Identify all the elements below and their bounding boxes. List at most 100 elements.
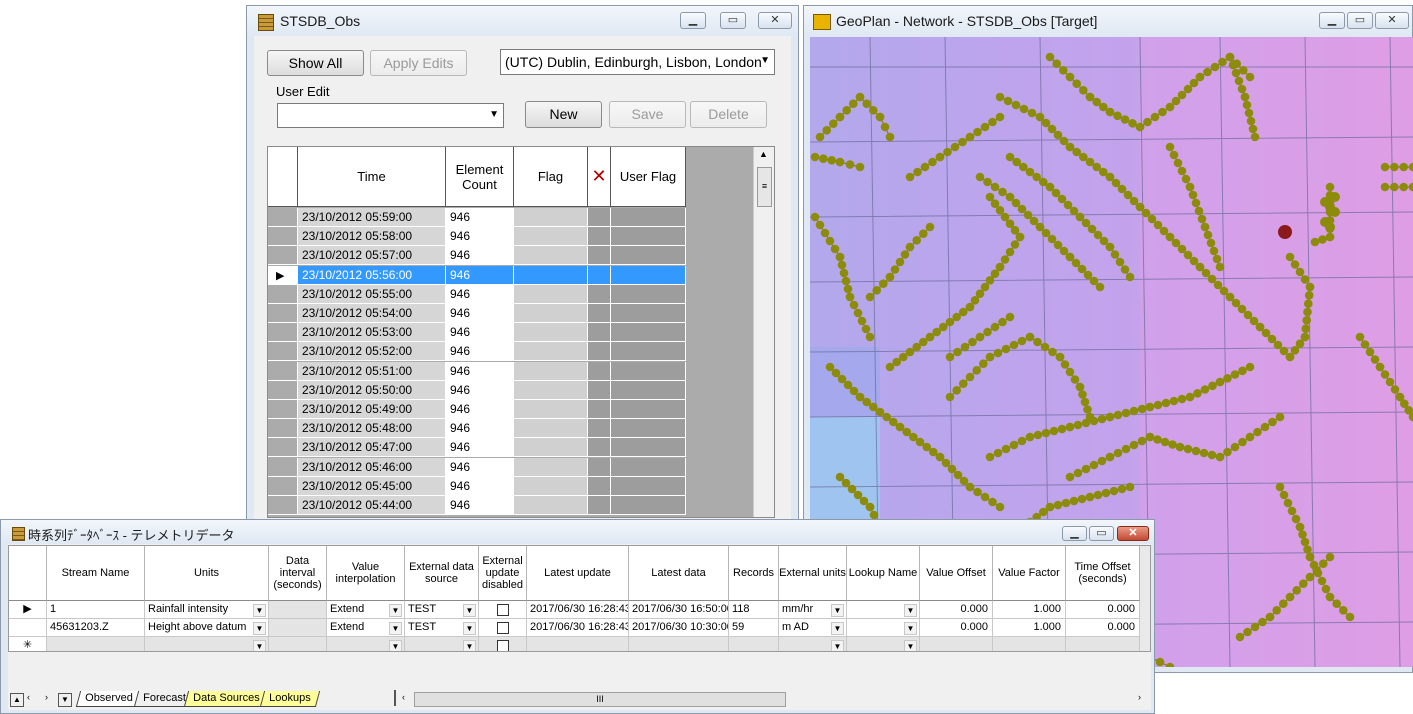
table-row[interactable]: 23/10/2012 05:49:00 946 bbox=[268, 400, 686, 419]
first-tab-icon[interactable]: ▲ bbox=[10, 693, 24, 707]
clear-flag-cell[interactable] bbox=[588, 457, 611, 477]
element-count-cell[interactable]: 946 bbox=[446, 342, 514, 362]
clear-flag-cell[interactable] bbox=[588, 476, 611, 496]
clear-flag-cell[interactable] bbox=[588, 438, 611, 458]
user-flag-cell[interactable] bbox=[611, 208, 686, 227]
scroll-left-icon[interactable]: ‹ bbox=[402, 692, 405, 702]
element-count-cell[interactable]: 946 bbox=[446, 284, 514, 304]
element-count-cell[interactable]: 946 bbox=[446, 265, 514, 285]
table-row[interactable]: ▶ 1 Rainfall intensity ▼ Extend ▼ TEST ▼ 2017/06… bbox=[9, 601, 1150, 619]
chevron-down-icon[interactable]: ▼ bbox=[831, 640, 844, 651]
value-interpolation-cell[interactable]: Extend ▼ bbox=[327, 601, 405, 619]
user-flag-cell[interactable] bbox=[611, 342, 686, 362]
table-row[interactable]: 23/10/2012 05:53:00 946 bbox=[268, 323, 686, 343]
tab-split-handle[interactable] bbox=[394, 690, 396, 706]
user-flag-cell[interactable] bbox=[611, 476, 686, 496]
chevron-down-icon[interactable]: ▼ bbox=[831, 622, 844, 635]
column-value-interpolation[interactable]: Value interpolation bbox=[327, 546, 405, 601]
close-button[interactable]: ✕ bbox=[758, 12, 792, 29]
flag-cell[interactable] bbox=[514, 323, 588, 343]
checkbox[interactable] bbox=[496, 640, 509, 651]
maximize-button[interactable]: ▭ bbox=[1089, 526, 1114, 541]
delete-button[interactable]: Delete bbox=[690, 101, 767, 128]
element-count-cell[interactable]: 946 bbox=[446, 400, 514, 419]
close-button[interactable]: ✕ bbox=[1375, 12, 1409, 29]
element-count-cell[interactable]: 946 bbox=[446, 496, 514, 515]
table-row[interactable]: 23/10/2012 05:47:00 946 bbox=[268, 438, 686, 458]
flag-cell[interactable] bbox=[514, 438, 588, 458]
timezone-select[interactable]: (UTC) Dublin, Edinburgh, Lisbon, London … bbox=[500, 49, 775, 75]
scroll-right-icon[interactable]: › bbox=[1138, 692, 1141, 702]
external-data-source-cell[interactable]: TEST ▼ bbox=[405, 601, 479, 619]
row-selector[interactable] bbox=[9, 619, 47, 637]
row-selector[interactable] bbox=[268, 419, 298, 439]
flag-cell[interactable] bbox=[514, 265, 588, 285]
chevron-down-icon[interactable]: ▼ bbox=[389, 604, 402, 617]
time-cell[interactable]: 23/10/2012 05:59:00 bbox=[298, 208, 446, 227]
element-count-cell[interactable]: 946 bbox=[446, 208, 514, 227]
column-element-count[interactable]: Element Count bbox=[446, 147, 514, 207]
user-flag-cell[interactable] bbox=[611, 457, 686, 477]
new-row[interactable]: ✳ ▼ ▼ ▼ ▼ ▼ bbox=[9, 637, 1150, 651]
external-units-cell[interactable]: m AD ▼ bbox=[779, 619, 847, 637]
last-tab-icon[interactable]: ▼ bbox=[58, 693, 72, 707]
new-row-icon[interactable]: ✳ bbox=[9, 637, 47, 651]
clear-flag-cell[interactable] bbox=[588, 342, 611, 362]
new-button[interactable]: New bbox=[525, 101, 602, 128]
external-data-source-cell[interactable]: ▼ bbox=[405, 637, 479, 651]
horizontal-scroll-thumb[interactable]: III bbox=[414, 692, 786, 707]
current-row-icon[interactable]: ▶ bbox=[9, 601, 47, 619]
column-records[interactable]: Records bbox=[729, 546, 779, 601]
element-count-cell[interactable]: 946 bbox=[446, 246, 514, 266]
column-external-data-source[interactable]: External data source bbox=[405, 546, 479, 601]
flag-cell[interactable] bbox=[514, 380, 588, 400]
latest-data-cell[interactable]: 2017/06/30 16:50:00 bbox=[629, 601, 729, 619]
stream-name-cell[interactable] bbox=[47, 637, 145, 651]
time-cell[interactable]: 23/10/2012 05:49:00 bbox=[298, 400, 446, 419]
prev-tab-icon[interactable]: ‹ bbox=[27, 692, 30, 702]
latest-data-cell[interactable] bbox=[629, 637, 729, 651]
row-selector[interactable] bbox=[268, 323, 298, 343]
time-cell[interactable]: 23/10/2012 05:58:00 bbox=[298, 227, 446, 247]
show-all-button[interactable]: Show All bbox=[267, 50, 364, 76]
stream-name-cell[interactable]: 45631203.Z bbox=[47, 619, 145, 637]
time-cell[interactable]: 23/10/2012 05:46:00 bbox=[298, 457, 446, 477]
element-count-cell[interactable]: 946 bbox=[446, 361, 514, 381]
records-cell[interactable]: 118 bbox=[729, 601, 779, 619]
data-interval-cell[interactable] bbox=[269, 619, 327, 637]
latest-data-cell[interactable]: 2017/06/30 10:30:00 bbox=[629, 619, 729, 637]
next-tab-icon[interactable]: › bbox=[45, 692, 48, 702]
table-row[interactable]: 23/10/2012 05:58:00 946 bbox=[268, 227, 686, 247]
flag-cell[interactable] bbox=[514, 342, 588, 362]
column-value-offset[interactable]: Value Offset bbox=[920, 546, 993, 601]
clear-flag-cell[interactable] bbox=[588, 246, 611, 266]
value-offset-cell[interactable]: 0.000 bbox=[920, 619, 993, 637]
user-edit-select[interactable]: ▼ bbox=[277, 103, 504, 128]
column-flag[interactable]: Flag bbox=[514, 147, 588, 207]
units-cell[interactable]: Rainfall intensity ▼ bbox=[145, 601, 269, 619]
element-count-cell[interactable]: 946 bbox=[446, 419, 514, 439]
row-selector[interactable] bbox=[268, 342, 298, 362]
external-update-disabled-cell[interactable] bbox=[479, 601, 527, 619]
row-selector-header[interactable] bbox=[268, 147, 298, 207]
element-count-cell[interactable]: 946 bbox=[446, 227, 514, 247]
element-count-cell[interactable]: 946 bbox=[446, 457, 514, 477]
column-external-update-disabled[interactable]: External update disabled bbox=[479, 546, 527, 601]
column-units[interactable]: Units bbox=[145, 546, 269, 601]
clear-flag-cell[interactable] bbox=[588, 265, 611, 285]
flag-cell[interactable] bbox=[514, 208, 588, 227]
element-count-cell[interactable]: 946 bbox=[446, 380, 514, 400]
element-count-cell[interactable]: 946 bbox=[446, 438, 514, 458]
chevron-down-icon[interactable]: ▼ bbox=[831, 604, 844, 617]
user-flag-cell[interactable] bbox=[611, 380, 686, 400]
lookup-name-cell[interactable]: ▼ bbox=[847, 637, 920, 651]
chevron-down-icon[interactable]: ▼ bbox=[253, 622, 266, 635]
records-cell[interactable]: 59 bbox=[729, 619, 779, 637]
table-row[interactable]: 23/10/2012 05:45:00 946 bbox=[268, 476, 686, 496]
tab-lookups[interactable]: Lookups bbox=[259, 691, 320, 707]
time-cell[interactable]: 23/10/2012 05:57:00 bbox=[298, 246, 446, 266]
column-lookup-name[interactable]: Lookup Name bbox=[847, 546, 920, 601]
element-count-cell[interactable]: 946 bbox=[446, 476, 514, 496]
time-offset-cell[interactable]: 0.000 bbox=[1066, 619, 1140, 637]
clear-flag-cell[interactable] bbox=[588, 304, 611, 323]
